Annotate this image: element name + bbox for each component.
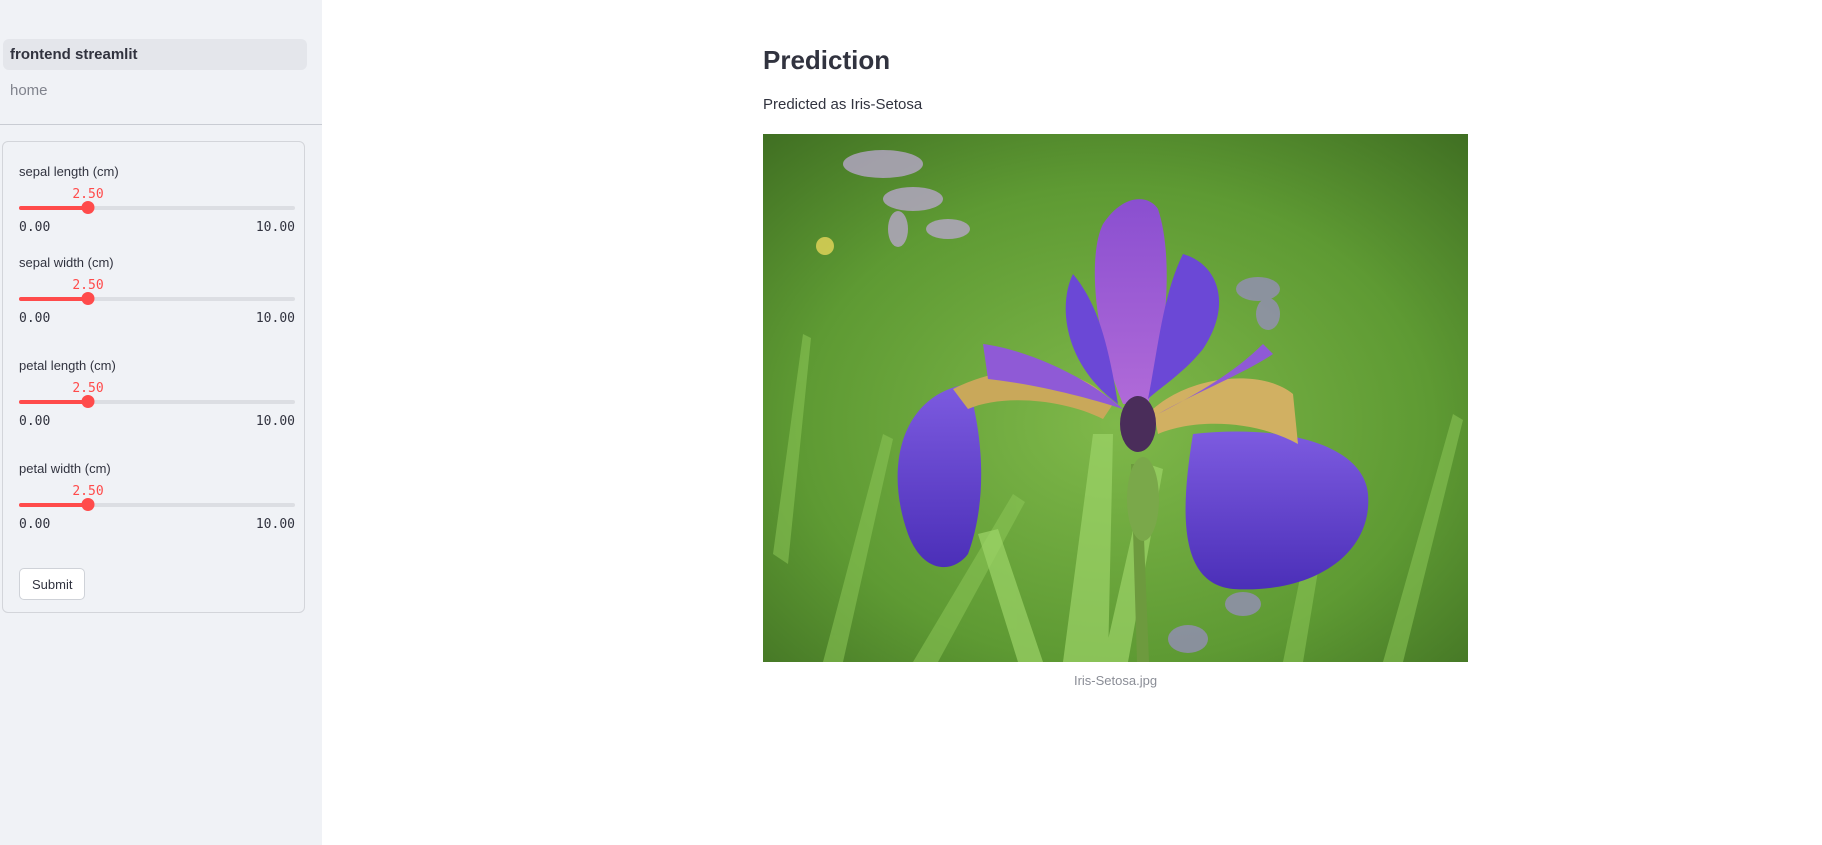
slider-fill [19, 503, 88, 507]
slider-fill [19, 206, 88, 210]
page-title: Prediction [763, 45, 891, 75]
slider-thumb[interactable] [81, 498, 95, 511]
iris-flower-illustration [763, 134, 1468, 662]
slider-min-value: 0.00 [19, 311, 51, 326]
sidebar-nav: frontend streamlit home [0, 39, 322, 106]
slider-fill [19, 297, 88, 301]
nav-item-home[interactable]: home [3, 75, 307, 106]
slider-min-value: 0.00 [19, 517, 51, 532]
slider-petal-width: petal width (cm) 2.50 0.00 10.00 [19, 461, 295, 551]
slider-thumb[interactable] [81, 201, 95, 214]
slider-max-value: 10.00 [255, 311, 295, 326]
slider-track[interactable] [19, 201, 295, 214]
slider-max-value: 10.00 [255, 414, 295, 429]
slider-petal-length: petal length (cm) 2.50 0.00 10.00 [19, 358, 295, 448]
prediction-result: Predicted as Iris-Setosa [763, 96, 923, 113]
slider-track[interactable] [19, 395, 295, 408]
slider-thumb[interactable] [81, 292, 95, 305]
slider-fill [19, 400, 88, 404]
slider-label: petal length (cm) [19, 358, 116, 373]
slider-label: sepal width (cm) [19, 255, 114, 270]
nav-item-frontend-streamlit[interactable]: frontend streamlit [3, 39, 307, 70]
slider-track[interactable] [19, 498, 295, 511]
slider-max-value: 10.00 [255, 517, 295, 532]
main-content: Prediction Predicted as Iris-Setosa Iris… [322, 0, 1822, 845]
sidebar-divider [0, 124, 322, 125]
slider-sepal-length: sepal length (cm) 2.50 0.00 10.00 [19, 164, 295, 254]
slider-track[interactable] [19, 292, 295, 305]
image-caption: Iris-Setosa.jpg [1073, 673, 1158, 688]
slider-label: sepal length (cm) [19, 164, 119, 179]
slider-sepal-width: sepal width (cm) 2.50 0.00 10.00 [19, 255, 295, 345]
iris-flower-image [763, 134, 1468, 662]
input-form: sepal length (cm) 2.50 0.00 10.00 sepal … [2, 141, 305, 613]
slider-min-value: 0.00 [19, 220, 51, 235]
sidebar: frontend streamlit home sepal length (cm… [0, 0, 322, 845]
submit-button[interactable]: Submit [19, 568, 86, 600]
slider-label: petal width (cm) [19, 461, 111, 476]
slider-min-value: 0.00 [19, 414, 51, 429]
slider-thumb[interactable] [81, 395, 95, 408]
slider-max-value: 10.00 [255, 220, 295, 235]
